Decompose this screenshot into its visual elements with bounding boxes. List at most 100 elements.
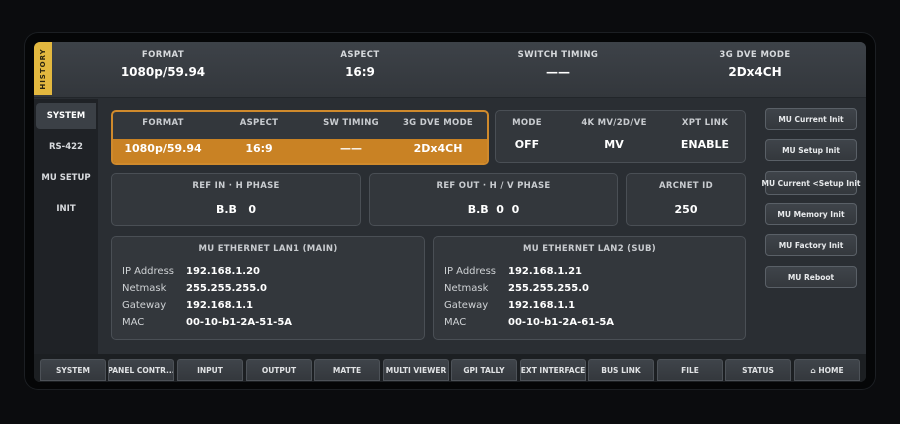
tab-gpi-tally[interactable]: GPI TALLY bbox=[451, 359, 517, 381]
lan2-title: MU ETHERNET LAN2 (SUB) bbox=[523, 244, 656, 254]
mv-value: MV bbox=[604, 138, 624, 151]
lan2-panel[interactable]: MU ETHERNET LAN2 (SUB) IP Address 192.168… bbox=[433, 236, 746, 340]
header-dve-mode-label: 3G DVE MODE bbox=[719, 50, 791, 60]
mu-current-setup-init-button[interactable]: MU Current <Setup Init bbox=[762, 171, 861, 195]
lan2-ip-key: IP Address bbox=[444, 266, 496, 277]
arcnet-title: ARCNET ID bbox=[659, 181, 713, 191]
format-value-cell: 1080p/59.94 bbox=[121, 142, 205, 155]
lan1-mac-key: MAC bbox=[122, 317, 145, 328]
ref-out-value-cell: B.B 0 0 bbox=[370, 203, 617, 216]
lan1-gateway-value: 192.168.1.1 bbox=[186, 300, 254, 311]
ref-in-value: B.B 0 bbox=[215, 203, 257, 216]
lan2-netmask-value: 255.255.255.0 bbox=[508, 283, 589, 294]
sidebar-item-label: INIT bbox=[56, 204, 76, 214]
header-dve-mode: 3G DVE MODE 2Dx4CH bbox=[675, 50, 835, 79]
mode-value: OFF bbox=[514, 138, 540, 151]
sw-timing-cell: SW TIMING bbox=[305, 118, 397, 128]
tab-status[interactable]: STATUS bbox=[725, 359, 791, 381]
lan1-mac-value: 00-10-b1-2A-51-5A bbox=[186, 317, 293, 328]
history-header: HISTORY FORMAT 1080p/59.94 ASPECT 16:9 S… bbox=[34, 42, 866, 98]
lan2-ip-row: IP Address 192.168.1.21 bbox=[444, 266, 582, 277]
dve-mode-cell: 3G DVE MODE bbox=[397, 118, 479, 128]
format-label: FORMAT bbox=[142, 118, 184, 128]
aspect-label: ASPECT bbox=[239, 118, 279, 128]
bottom-tab-bar: SYSTEM PANEL CONTR... INPUT OUTPUT MATTE… bbox=[34, 354, 866, 382]
tab-bus-link[interactable]: BUS LINK bbox=[588, 359, 654, 381]
ref-in-title: REF IN · H PHASE bbox=[192, 181, 280, 191]
ref-in-value-cell: B.B 0 bbox=[112, 203, 360, 216]
lan1-gateway-row: Gateway 192.168.1.1 bbox=[122, 300, 253, 311]
ref-out-panel[interactable]: REF OUT · H / V PHASE B.B 0 0 bbox=[369, 173, 618, 226]
header-switch-timing-value: —— bbox=[546, 65, 570, 79]
lan1-ip-key: IP Address bbox=[122, 266, 174, 277]
lan1-netmask-key: Netmask bbox=[122, 283, 167, 294]
aspect-cell: ASPECT bbox=[217, 118, 301, 128]
lan2-netmask-row: Netmask 255.255.255.0 bbox=[444, 283, 589, 294]
tab-system[interactable]: SYSTEM bbox=[40, 359, 106, 381]
sidebar-item-label: MU SETUP bbox=[41, 173, 91, 183]
sidebar: SYSTEM RS-422 MU SETUP INIT bbox=[34, 99, 98, 354]
dve-mode-label: 3G DVE MODE bbox=[402, 118, 474, 128]
lan1-gateway-key: Gateway bbox=[122, 300, 167, 311]
history-tab-label: HISTORY bbox=[39, 47, 47, 90]
sidebar-item-mu-setup[interactable]: MU SETUP bbox=[36, 165, 96, 191]
format-panel[interactable]: FORMAT 1080p/59.94 ASPECT 16:9 SW TIMING… bbox=[111, 110, 489, 165]
mu-factory-init-button[interactable]: MU Factory Init bbox=[765, 234, 857, 256]
format-cell: FORMAT bbox=[121, 118, 205, 128]
tab-ext-interface[interactable]: EXT INTERFACE bbox=[520, 359, 586, 381]
mv-label: 4K MV/2D/VE bbox=[581, 118, 647, 128]
header-format: FORMAT 1080p/59.94 bbox=[83, 50, 243, 79]
arcnet-panel[interactable]: ARCNET ID 250 bbox=[626, 173, 746, 226]
sidebar-item-system[interactable]: SYSTEM bbox=[36, 103, 96, 129]
lan2-gateway-value: 192.168.1.1 bbox=[508, 300, 576, 311]
mode-panel[interactable]: MODE OFF 4K MV/2D/VE MV XPT LINK ENABLE bbox=[495, 110, 746, 163]
tab-panel-control[interactable]: PANEL CONTR... bbox=[108, 359, 174, 381]
ref-out-title: REF OUT · H / V PHASE bbox=[436, 181, 551, 191]
aspect-value-cell: 16:9 bbox=[217, 142, 301, 155]
header-format-value: 1080p/59.94 bbox=[120, 65, 206, 79]
lan2-netmask-key: Netmask bbox=[444, 283, 489, 294]
mu-memory-init-button[interactable]: MU Memory Init bbox=[765, 203, 857, 225]
main-screen: HISTORY FORMAT 1080p/59.94 ASPECT 16:9 S… bbox=[34, 42, 866, 382]
ref-out-value: B.B 0 0 bbox=[467, 203, 520, 216]
sw-timing-label: SW TIMING bbox=[323, 118, 379, 128]
sidebar-item-label: SYSTEM bbox=[46, 111, 86, 121]
header-dve-mode-value: 2Dx4CH bbox=[728, 65, 782, 79]
header-aspect-value: 16:9 bbox=[345, 65, 375, 79]
tab-file[interactable]: FILE bbox=[657, 359, 723, 381]
header-switch-timing-label: SWITCH TIMING bbox=[517, 50, 599, 60]
lan1-netmask-value: 255.255.255.0 bbox=[186, 283, 267, 294]
sw-timing-value-cell: —— bbox=[305, 142, 397, 155]
xpt-link-label: XPT LINK bbox=[681, 118, 729, 128]
header-format-label: FORMAT bbox=[141, 50, 185, 60]
lan2-mac-row: MAC 00-10-b1-2A-61-5A bbox=[444, 317, 614, 328]
header-aspect: ASPECT 16:9 bbox=[280, 50, 440, 79]
format-value: 1080p/59.94 bbox=[124, 142, 202, 155]
ref-in-panel[interactable]: REF IN · H PHASE B.B 0 bbox=[111, 173, 361, 226]
dve-mode-value: 2Dx4CH bbox=[413, 142, 463, 155]
header-aspect-label: ASPECT bbox=[340, 50, 380, 60]
tab-home[interactable]: ⌂ HOME bbox=[794, 359, 860, 381]
lan1-panel[interactable]: MU ETHERNET LAN1 (MAIN) IP Address 192.16… bbox=[111, 236, 425, 340]
tab-multi-viewer[interactable]: MULTI VIEWER bbox=[383, 359, 449, 381]
lan1-ip-row: IP Address 192.168.1.20 bbox=[122, 266, 260, 277]
sidebar-item-init[interactable]: INIT bbox=[36, 196, 96, 222]
aspect-value: 16:9 bbox=[245, 142, 273, 155]
arcnet-value: 250 bbox=[674, 203, 698, 216]
header-switch-timing: SWITCH TIMING —— bbox=[478, 50, 638, 79]
mu-setup-init-button[interactable]: MU Setup Init bbox=[765, 139, 857, 161]
dve-mode-value-cell: 2Dx4CH bbox=[397, 142, 479, 155]
lan2-ip-value: 192.168.1.21 bbox=[508, 266, 583, 277]
tab-output[interactable]: OUTPUT bbox=[246, 359, 312, 381]
lan2-gateway-key: Gateway bbox=[444, 300, 489, 311]
tab-input[interactable]: INPUT bbox=[177, 359, 243, 381]
arcnet-value-cell: 250 bbox=[627, 203, 745, 216]
tab-matte[interactable]: MATTE bbox=[314, 359, 380, 381]
sidebar-item-rs422[interactable]: RS-422 bbox=[36, 134, 96, 160]
history-tab[interactable]: HISTORY bbox=[34, 42, 52, 95]
mu-reboot-button[interactable]: MU Reboot bbox=[765, 266, 857, 288]
mu-current-init-button[interactable]: MU Current Init bbox=[765, 108, 857, 130]
lan2-mac-key: MAC bbox=[444, 317, 467, 328]
lan1-mac-row: MAC 00-10-b1-2A-51-5A bbox=[122, 317, 292, 328]
lan1-title: MU ETHERNET LAN1 (MAIN) bbox=[198, 244, 338, 254]
